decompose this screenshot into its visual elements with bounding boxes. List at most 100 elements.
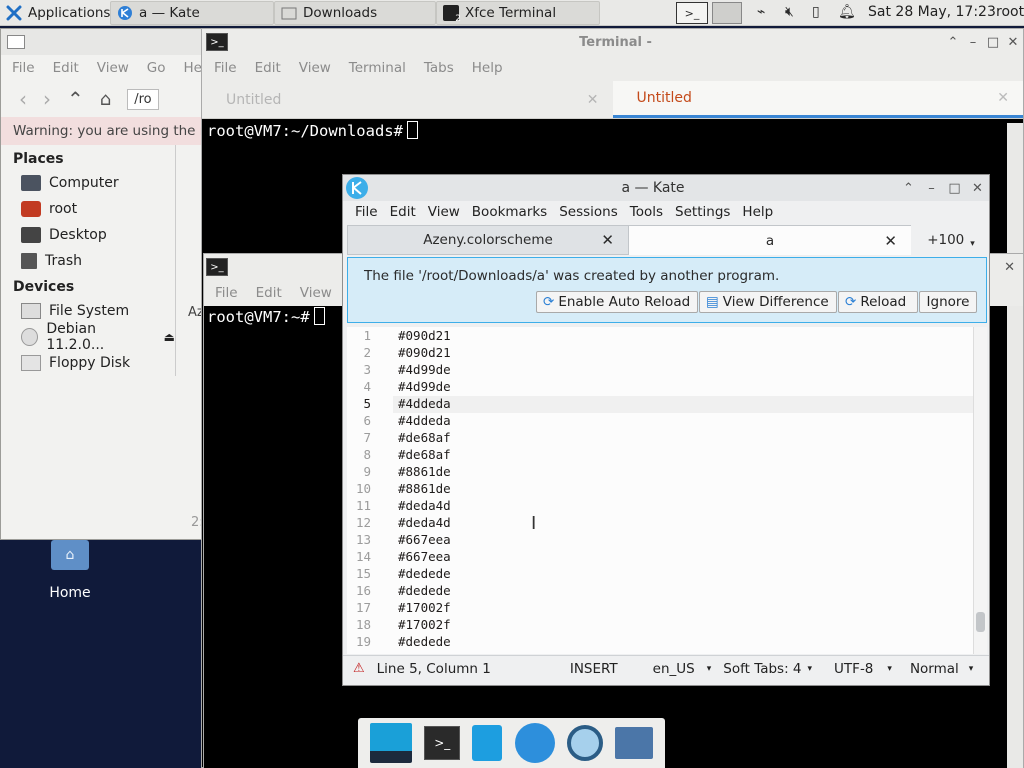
tab-close-icon[interactable]: ✕ bbox=[997, 90, 1009, 106]
close-icon[interactable]: ✕ bbox=[966, 181, 989, 196]
editor-scrollbar[interactable] bbox=[973, 327, 987, 654]
menu-file[interactable]: File bbox=[206, 285, 247, 301]
insert-mode[interactable]: INSERT bbox=[570, 661, 618, 677]
kate-more-tabs[interactable]: +100 ▾ bbox=[913, 225, 989, 255]
menu-tools[interactable]: Tools bbox=[624, 204, 669, 220]
menu-file[interactable]: File bbox=[205, 60, 246, 76]
menu-settings[interactable]: Settings bbox=[669, 204, 736, 220]
place-desktop[interactable]: Desktop bbox=[1, 222, 175, 248]
indentation-selector[interactable]: Soft Tabs: 4 bbox=[723, 661, 801, 677]
notification-bell-icon[interactable]: 🔔︎ bbox=[838, 4, 856, 20]
menu-view[interactable]: View bbox=[422, 204, 466, 220]
show-desktop-icon[interactable] bbox=[370, 723, 413, 763]
close-icon[interactable]: ✕ bbox=[1004, 260, 1015, 275]
user-menu[interactable]: root bbox=[996, 4, 1024, 20]
eject-icon[interactable]: ⏏ bbox=[164, 330, 175, 344]
up-arrow-icon[interactable]: ⌃ bbox=[67, 87, 84, 111]
network-icon[interactable]: ⌁ bbox=[757, 4, 765, 20]
code-line[interactable]: #deda4d bbox=[398, 497, 958, 514]
location-bar[interactable]: /ro bbox=[127, 88, 159, 110]
menu-file[interactable]: File bbox=[3, 60, 44, 76]
code-line[interactable]: #4ddeda bbox=[398, 412, 958, 429]
menu-view[interactable]: View bbox=[291, 285, 341, 301]
maximize-icon[interactable]: □ bbox=[983, 35, 1003, 50]
shade-icon[interactable]: ⌃ bbox=[943, 35, 963, 50]
menu-edit[interactable]: Edit bbox=[384, 204, 422, 220]
tab-close-icon[interactable]: ✕ bbox=[884, 232, 897, 250]
maximize-icon[interactable]: □ bbox=[943, 181, 966, 196]
code-line[interactable]: #8861de bbox=[398, 480, 958, 497]
menu-tabs[interactable]: Tabs bbox=[415, 60, 463, 76]
code-line[interactable]: #090d21 bbox=[398, 344, 958, 361]
desktop-home-icon[interactable]: ⌂ Home bbox=[40, 540, 100, 601]
workspace-switcher[interactable]: >_ bbox=[676, 2, 746, 24]
code-line[interactable]: #8861de bbox=[398, 463, 958, 480]
menu-sessions[interactable]: Sessions bbox=[553, 204, 624, 220]
menu-view[interactable]: View bbox=[290, 60, 340, 76]
language-selector[interactable]: en_US bbox=[653, 661, 695, 677]
code-line[interactable]: #de68af bbox=[398, 446, 958, 463]
code-line[interactable]: #4ddeda bbox=[398, 395, 958, 412]
code-line[interactable]: #17002f bbox=[398, 599, 958, 616]
code-line[interactable]: #de68af bbox=[398, 429, 958, 446]
code-line[interactable]: #667eea bbox=[398, 531, 958, 548]
device-debian[interactable]: Debian 11.2.0... ⏏ bbox=[1, 321, 175, 353]
terminal-tab-1[interactable]: Untitled ✕ bbox=[202, 81, 613, 118]
encoding-selector[interactable]: UTF-8 bbox=[834, 661, 873, 677]
file-manager-launcher-icon[interactable] bbox=[472, 725, 503, 761]
scrollbar-thumb[interactable] bbox=[976, 612, 985, 632]
menu-edit[interactable]: Edit bbox=[247, 285, 291, 301]
folder-launcher-icon[interactable] bbox=[614, 727, 653, 759]
device-floppy[interactable]: Floppy Disk bbox=[1, 350, 175, 376]
code-line[interactable]: #dedede bbox=[398, 582, 958, 599]
keep-above-icon[interactable]: ⌃ bbox=[897, 181, 920, 196]
menu-go[interactable]: Go bbox=[138, 60, 175, 76]
code-line[interactable]: #667eea bbox=[398, 548, 958, 565]
cursor-position[interactable]: Line 5, Column 1 bbox=[377, 661, 491, 677]
kate-tab-colorscheme[interactable]: Azeny.colorscheme ✕ bbox=[347, 225, 629, 255]
home-icon[interactable]: ⌂ bbox=[100, 89, 111, 110]
menu-help[interactable]: Help bbox=[736, 204, 779, 220]
close-icon[interactable]: ✕ bbox=[1003, 35, 1023, 50]
terminal-output[interactable]: root@VM7:~/Downloads# bbox=[202, 119, 1023, 142]
taskbar-terminal[interactable]: 2 Xfce Terminal bbox=[436, 1, 600, 25]
taskbar-kate[interactable]: a — Kate bbox=[110, 1, 274, 25]
tab-close-icon[interactable]: ✕ bbox=[587, 92, 599, 108]
taskbar-downloads[interactable]: Downloads bbox=[274, 1, 436, 25]
clock[interactable]: Sat 28 May, 17:23 bbox=[868, 4, 996, 20]
minimize-icon[interactable]: – bbox=[920, 181, 943, 196]
terminal-tab-2[interactable]: Untitled ✕ bbox=[612, 81, 1023, 118]
forward-arrow-icon[interactable]: › bbox=[43, 87, 51, 111]
menu-edit[interactable]: Edit bbox=[44, 60, 88, 76]
editor-area[interactable]: 1 2 3 4 5 6 7 8 9 10 11 12 13 14 15 16 17 18 19 #090d21 #09… bbox=[347, 327, 987, 654]
menu-terminal[interactable]: Terminal bbox=[340, 60, 415, 76]
terminal-launcher-icon[interactable]: >_ bbox=[424, 726, 461, 760]
code-line[interactable]: #4d99de bbox=[398, 361, 958, 378]
ignore-button[interactable]: Ignore bbox=[919, 291, 977, 313]
code-line[interactable]: #dedede bbox=[398, 633, 958, 650]
code-line[interactable]: #dedede bbox=[398, 565, 958, 582]
search-icon[interactable] bbox=[566, 725, 603, 761]
code-line[interactable]: #deda4d bbox=[398, 514, 958, 531]
code-text[interactable]: #090d21 #090d21 #4d99de #4d99de #4ddeda #4dde… bbox=[398, 327, 958, 650]
code-line[interactable]: #090d21 bbox=[398, 327, 958, 344]
terminal-2-scrollbar[interactable] bbox=[1007, 306, 1023, 768]
volume-icon[interactable]: 🔇︎ bbox=[785, 4, 794, 20]
place-trash[interactable]: Trash bbox=[1, 248, 175, 274]
tab-close-icon[interactable]: ✕ bbox=[601, 231, 614, 249]
workspace-1[interactable]: >_ bbox=[676, 2, 708, 24]
back-arrow-icon[interactable]: ‹ bbox=[19, 87, 27, 111]
workspace-2[interactable] bbox=[712, 2, 742, 24]
menu-file[interactable]: File bbox=[349, 204, 384, 220]
reload-button[interactable]: ⟳ Reload bbox=[838, 291, 918, 313]
kate-tab-a[interactable]: a ✕ bbox=[629, 225, 911, 255]
web-browser-icon[interactable] bbox=[514, 723, 555, 763]
menu-edit[interactable]: Edit bbox=[246, 60, 290, 76]
code-line[interactable]: #4d99de bbox=[398, 378, 958, 395]
input-mode-selector[interactable]: Normal bbox=[910, 661, 959, 677]
place-root[interactable]: root bbox=[1, 196, 175, 222]
place-computer[interactable]: Computer bbox=[1, 170, 175, 196]
minimize-icon[interactable]: – bbox=[963, 35, 983, 50]
enable-auto-reload-button[interactable]: ⟳ Enable Auto Reload bbox=[536, 291, 698, 313]
code-line[interactable]: #17002f bbox=[398, 616, 958, 633]
